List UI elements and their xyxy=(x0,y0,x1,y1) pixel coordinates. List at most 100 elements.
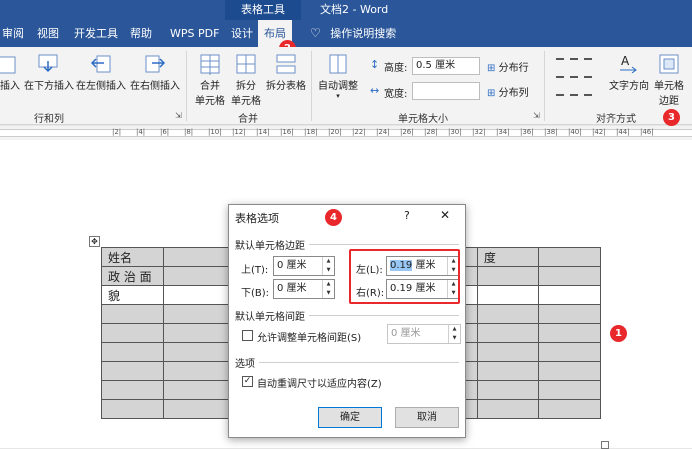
col-width-input[interactable] xyxy=(412,82,480,100)
split-cells-label-1: 拆分 xyxy=(236,81,256,92)
table-cell[interactable] xyxy=(476,266,540,286)
text-direction-icon: A xyxy=(620,54,637,74)
split-table-button[interactable]: 拆分表格 xyxy=(265,53,307,92)
allow-spacing-label[interactable]: 允许调整单元格间距(S) xyxy=(257,329,361,344)
table-cell[interactable] xyxy=(476,342,540,362)
table-cell[interactable]: 貌 xyxy=(101,285,164,305)
table-cell[interactable] xyxy=(538,247,601,267)
table-cell[interactable] xyxy=(162,342,232,362)
distribute-rows-label: 分布行 xyxy=(498,63,529,74)
tab-help[interactable]: 帮助 xyxy=(130,20,152,47)
table-cell[interactable] xyxy=(162,399,232,419)
table-cell[interactable] xyxy=(476,285,540,305)
table-cell[interactable] xyxy=(101,323,164,343)
row-height-input[interactable]: 0.5 厘米 xyxy=(412,57,480,75)
spin-up-icon: ▲ xyxy=(452,326,457,332)
ruler-mark: |4| xyxy=(136,128,146,136)
spin-up-icon[interactable]: ▲ xyxy=(323,280,334,289)
spinner-arrows[interactable]: ▲ ▼ xyxy=(322,280,334,298)
table-cell[interactable] xyxy=(162,266,232,286)
tab-view[interactable]: 视图 xyxy=(37,20,59,47)
table-tools-context-label: 表格工具 xyxy=(225,0,301,20)
insert-below-button[interactable]: 在下方插入 xyxy=(24,53,74,92)
cancel-button[interactable]: 取消 xyxy=(395,407,459,428)
ruler-mark: |34| xyxy=(496,128,510,136)
table-cell[interactable] xyxy=(476,399,540,419)
allow-spacing-checkbox[interactable] xyxy=(242,330,253,341)
spin-down-icon: ▼ xyxy=(452,335,457,341)
insert-right-button[interactable]: 在右侧插入 xyxy=(128,53,182,92)
table-cell[interactable]: 度 xyxy=(476,247,540,267)
margin-highlight-box xyxy=(349,249,460,304)
table-cell[interactable] xyxy=(162,285,232,305)
table-cell[interactable] xyxy=(538,399,601,419)
top-margin-spinner[interactable]: 0 厘米 ▲ ▼ xyxy=(273,256,335,276)
ruler-mark: |42| xyxy=(592,128,606,136)
alignment-grid-icon[interactable] xyxy=(554,54,598,106)
ok-button[interactable]: 确定 xyxy=(318,407,382,428)
cell-margins-button[interactable]: 单元格 边距 xyxy=(652,53,686,107)
help-button[interactable]: ? xyxy=(404,209,410,222)
table-cell[interactable] xyxy=(101,304,164,324)
annotation-badge-1: 1 xyxy=(610,325,627,342)
split-cells-button[interactable]: 拆分 单元格 xyxy=(229,53,263,107)
table-cell[interactable]: 姓名 xyxy=(101,247,164,267)
autofit-button[interactable]: 自动调整 ▾ xyxy=(316,53,360,100)
table-cell[interactable] xyxy=(538,323,601,343)
table-cell[interactable] xyxy=(476,380,540,400)
dialog-launcher-icon[interactable]: ⇲ xyxy=(175,111,182,120)
table-move-handle-icon[interactable]: ✥ xyxy=(89,236,100,247)
table-cell[interactable] xyxy=(101,399,164,419)
table-cell[interactable] xyxy=(476,304,540,324)
tab-wps-pdf[interactable]: WPS PDF xyxy=(170,20,219,47)
insert-left-button[interactable]: 在左侧插入 xyxy=(74,53,128,92)
ribbon-layout: 插入 在下方插入 在左侧插入 在右侧插入 行和列 ⇲ 合并 单元格 拆分 单元格… xyxy=(0,47,692,125)
distribute-cols-button[interactable]: ⊞ 分布列 xyxy=(487,84,529,99)
text-direction-button[interactable]: A 文字方向 xyxy=(607,53,651,92)
table-cell[interactable] xyxy=(538,380,601,400)
bottom-margin-spinner[interactable]: 0 厘米 ▲ ▼ xyxy=(273,279,335,299)
lightbulb-icon: ♡ xyxy=(310,26,321,40)
tell-me-search[interactable]: ♡ 操作说明搜索 xyxy=(310,20,396,47)
table-cell[interactable] xyxy=(538,342,601,362)
top-margin-value: 0 厘米 xyxy=(277,260,307,271)
auto-resize-label[interactable]: 自动重调尺寸以适应内容(Z) xyxy=(257,375,382,390)
table-cell[interactable] xyxy=(538,304,601,324)
table-cell[interactable] xyxy=(538,361,601,381)
merge-cells-button[interactable]: 合并 单元格 xyxy=(193,53,227,107)
table-cell[interactable] xyxy=(162,380,232,400)
insert-above-button[interactable]: 插入 xyxy=(0,53,22,92)
table-cell[interactable] xyxy=(162,323,232,343)
ruler-mark: |32| xyxy=(472,128,486,136)
table-cell[interactable]: 政 治 面 xyxy=(101,266,164,286)
ruler-mark: |14| xyxy=(256,128,270,136)
table-cell[interactable] xyxy=(476,323,540,343)
table-cell[interactable] xyxy=(538,266,601,286)
table-cell[interactable] xyxy=(162,247,232,267)
tab-developer[interactable]: 开发工具 xyxy=(74,20,118,47)
spinner-arrows[interactable]: ▲ ▼ xyxy=(322,257,334,275)
spin-down-icon[interactable]: ▼ xyxy=(323,266,334,275)
insert-below-label: 在下方插入 xyxy=(24,81,74,92)
table-cell[interactable] xyxy=(162,361,232,381)
horizontal-ruler[interactable]: |2| |4| |6| |8| |10| |12| |14| |16| |18| |20| |22|… xyxy=(0,126,692,140)
distribute-rows-button[interactable]: ⊞ 分布行 xyxy=(487,59,529,74)
spin-down-icon[interactable]: ▼ xyxy=(323,289,334,298)
dialog-launcher-icon[interactable]: ⇲ xyxy=(533,111,540,120)
insert-left-icon xyxy=(90,55,111,73)
table-cell[interactable] xyxy=(538,285,601,305)
table-cell[interactable] xyxy=(101,361,164,381)
table-cell[interactable] xyxy=(101,380,164,400)
table-cell[interactable] xyxy=(162,304,232,324)
close-icon[interactable]: ✕ xyxy=(440,208,450,222)
spin-up-icon[interactable]: ▲ xyxy=(323,257,334,266)
chevron-down-icon: ▾ xyxy=(336,92,340,100)
tab-review[interactable]: 审阅 xyxy=(2,20,24,47)
ruler-track xyxy=(0,129,692,137)
ruler-mark: |24| xyxy=(376,128,390,136)
title-bar: 表格工具 文档2 - Word xyxy=(0,0,692,20)
tab-design[interactable]: 设计 xyxy=(231,20,253,47)
table-cell[interactable] xyxy=(476,361,540,381)
auto-resize-checkbox[interactable]: ✓ xyxy=(242,376,253,387)
table-cell[interactable] xyxy=(101,342,164,362)
